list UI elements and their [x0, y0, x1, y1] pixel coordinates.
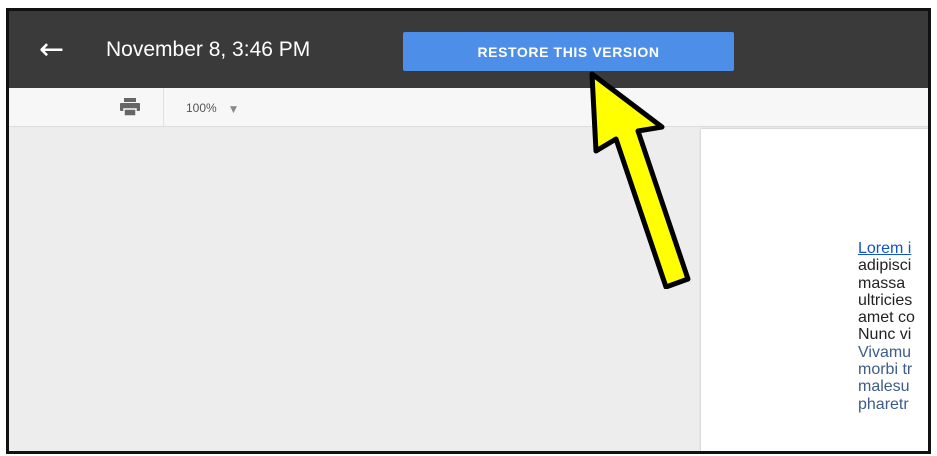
document-page: Lorem i adipisci massa ultricies amet co…	[701, 129, 928, 451]
document-text: Lorem i adipisci massa ultricies amet co…	[858, 240, 928, 413]
document-line: Nunc vi	[858, 326, 912, 344]
document-line: morbi tr	[858, 361, 913, 379]
toolbar: 100% ▼	[9, 88, 928, 127]
annotation-arrow-icon	[589, 71, 691, 289]
caret-down-icon: ▼	[230, 105, 237, 115]
restore-version-button[interactable]: RESTORE THIS VERSION	[403, 32, 734, 71]
document-line: amet co	[858, 309, 915, 327]
document-line: massa	[858, 274, 906, 292]
print-icon[interactable]	[119, 98, 141, 117]
version-history-header: ← November 8, 3:46 PM RESTORE THIS VERSI…	[9, 11, 928, 88]
document-line: Vivamu	[858, 343, 912, 361]
toolbar-divider	[163, 88, 164, 126]
document-line: ultricies	[858, 291, 913, 309]
document-line: pharetr	[858, 395, 909, 413]
version-title: November 8, 3:46 PM	[106, 38, 311, 61]
version-history-window: ← November 8, 3:46 PM RESTORE THIS VERSI…	[6, 8, 931, 454]
document-line: malesu	[858, 378, 910, 396]
back-arrow-icon[interactable]: ←	[39, 35, 79, 65]
document-line: adipisci	[858, 257, 912, 275]
zoom-select[interactable]: 100% ▼	[186, 99, 237, 117]
document-link[interactable]: Lorem i	[858, 240, 928, 257]
zoom-value: 100%	[186, 101, 217, 115]
